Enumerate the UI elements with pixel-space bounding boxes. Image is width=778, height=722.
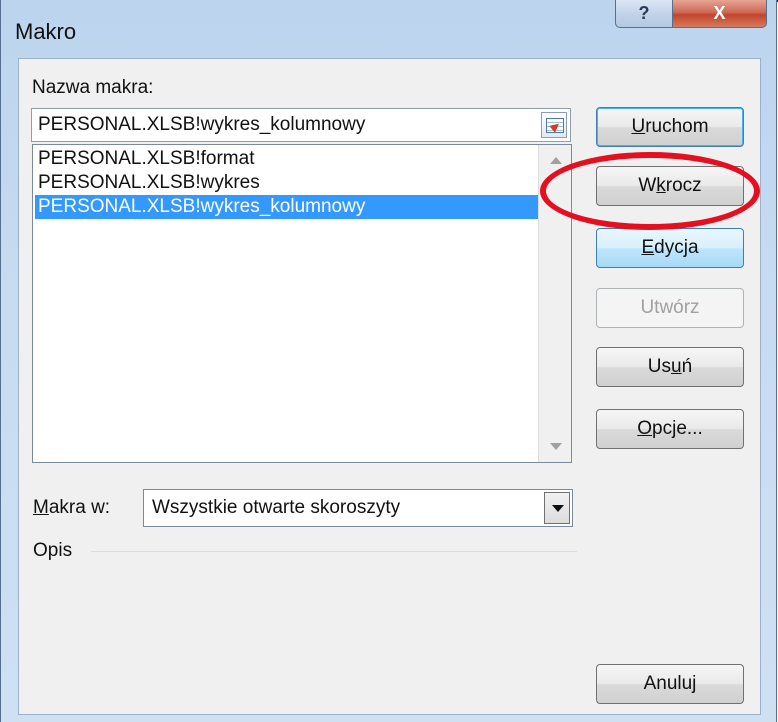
macros-in-select[interactable]: Wszystkie otwarte skoroszyty bbox=[143, 489, 573, 527]
help-button[interactable]: ? bbox=[615, 0, 673, 28]
chevron-down-icon[interactable] bbox=[544, 492, 570, 524]
macro-list[interactable]: PERSONAL.XLSB!format PERSONAL.XLSB!wykre… bbox=[32, 144, 572, 463]
close-icon: X bbox=[713, 3, 726, 23]
cancel-button[interactable]: Anuluj bbox=[596, 664, 744, 704]
dialog-title: Makro bbox=[15, 19, 77, 44]
macro-name-input[interactable]: PERSONAL.XLSB!wykres_kolumnowy bbox=[31, 108, 571, 142]
scroll-down-icon[interactable] bbox=[550, 443, 562, 450]
run-label-post: ruchom bbox=[645, 116, 709, 137]
delete-label-post: ń bbox=[681, 356, 693, 377]
macros-in-label: Makra w: bbox=[33, 497, 110, 519]
macros-in-mnemonic: M bbox=[33, 497, 49, 518]
description-label: Opis bbox=[33, 540, 73, 561]
macro-name-value: PERSONAL.XLSB!wykres_kolumnowy bbox=[38, 114, 366, 135]
macros-in-value: Wszystkie otwarte skoroszyty bbox=[152, 497, 401, 518]
help-icon: ? bbox=[638, 3, 650, 23]
list-item-selected[interactable]: PERSONAL.XLSB!wykres_kolumnowy bbox=[35, 195, 538, 219]
list-item[interactable]: PERSONAL.XLSB!wykres bbox=[35, 171, 260, 195]
edit-button[interactable]: Edycja bbox=[596, 228, 744, 268]
delete-button[interactable]: Usuń bbox=[596, 347, 744, 387]
close-button[interactable]: X bbox=[672, 0, 767, 28]
collapse-dialog-button[interactable] bbox=[541, 112, 567, 138]
options-label-post: pcje... bbox=[652, 418, 703, 439]
scroll-up-icon[interactable] bbox=[550, 157, 562, 164]
delete-label-pre: Us bbox=[647, 356, 672, 377]
annotation-ellipse bbox=[540, 152, 760, 230]
options-label-mnemonic: O bbox=[637, 418, 653, 439]
macros-in-label-rest: akra w: bbox=[48, 497, 111, 518]
edit-label-mnemonic: E bbox=[641, 237, 655, 258]
run-button[interactable]: Uruchom bbox=[596, 107, 744, 147]
list-item[interactable]: PERSONAL.XLSB!format bbox=[35, 147, 254, 171]
create-button[interactable]: Utwórz bbox=[596, 288, 744, 328]
delete-label-mnemonic: u bbox=[671, 356, 682, 377]
macro-dialog: Makro ? X Nazwa makra: PERSONAL.XLSB!wyk… bbox=[0, 0, 777, 722]
run-label-mnemonic: U bbox=[631, 116, 646, 137]
options-button[interactable]: Opcje... bbox=[596, 409, 744, 449]
description-divider bbox=[91, 551, 577, 552]
edit-label-post: dycja bbox=[654, 237, 699, 258]
macro-name-label: Nazwa makra: bbox=[32, 77, 154, 98]
caption-buttons: ? X bbox=[615, 0, 767, 30]
